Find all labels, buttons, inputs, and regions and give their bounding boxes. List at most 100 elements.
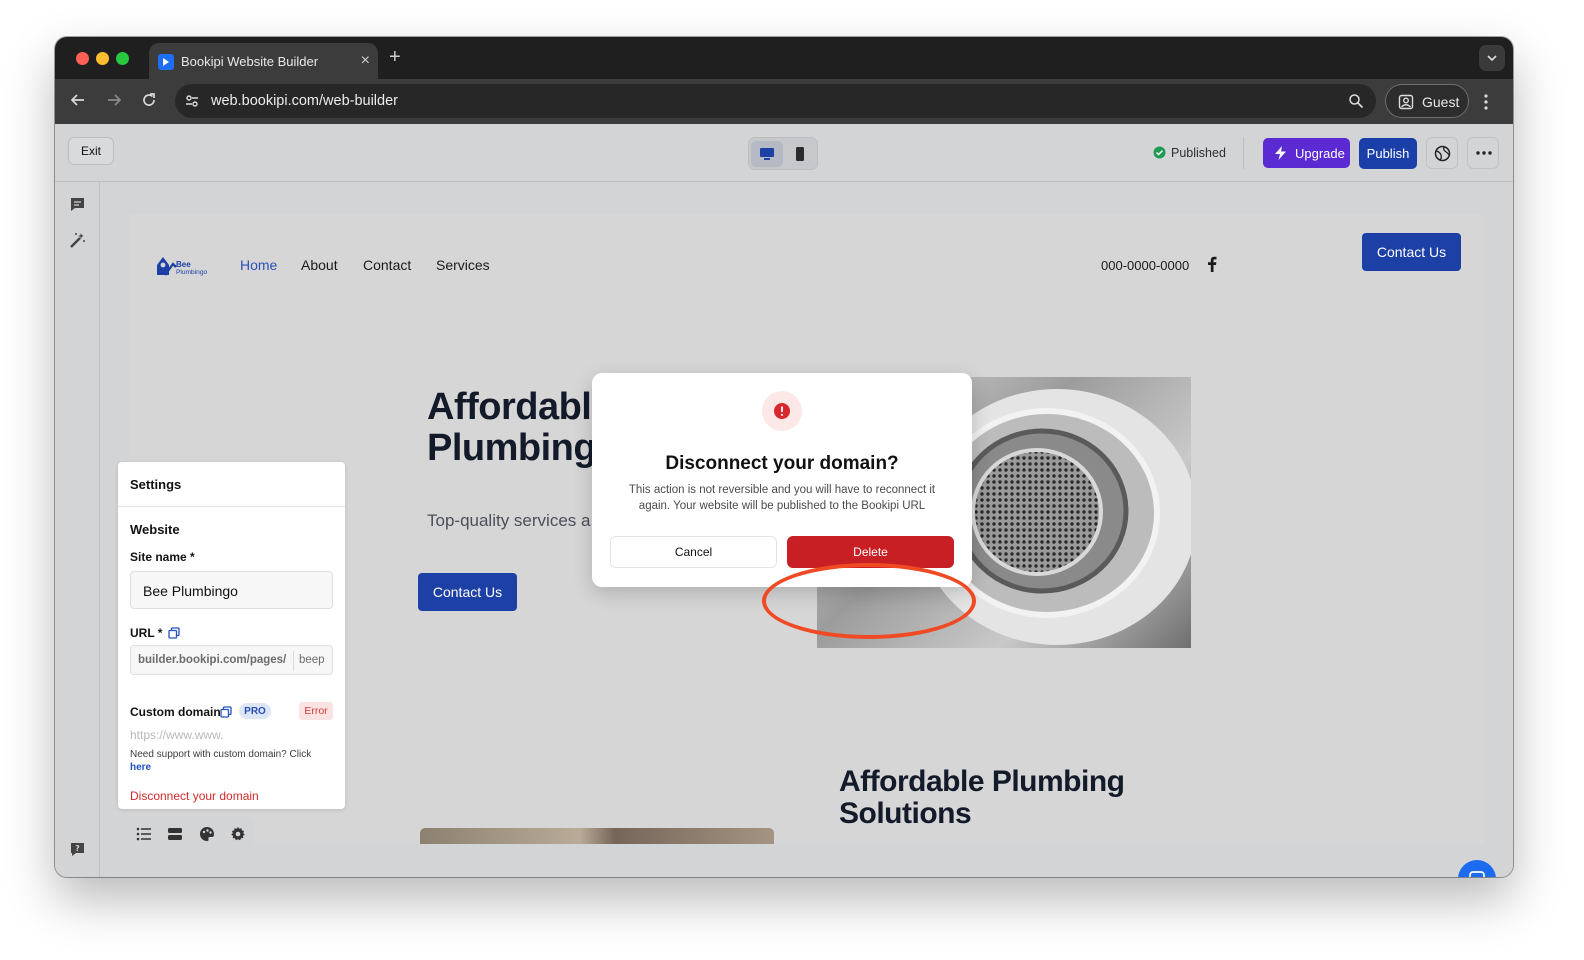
- nav-services[interactable]: Services: [436, 257, 490, 273]
- phone-number: 000-0000-0000: [1101, 258, 1190, 273]
- reload-icon[interactable]: [140, 91, 158, 114]
- maximize-window-button[interactable]: [116, 52, 129, 65]
- delete-button[interactable]: Delete: [787, 536, 954, 568]
- desktop-icon: [760, 148, 774, 160]
- svg-text:?: ?: [75, 844, 80, 853]
- hero-title: Affordable Plumbing: [427, 386, 613, 469]
- browser-tab[interactable]: Bookipi Website Builder ×: [149, 43, 378, 79]
- magic-wand-icon[interactable]: [69, 232, 86, 254]
- new-tab-button[interactable]: +: [389, 46, 401, 68]
- upgrade-label: Upgrade: [1295, 146, 1345, 161]
- domain-help-link[interactable]: here: [130, 762, 151, 773]
- site-name-label: Site name *: [130, 550, 195, 564]
- upgrade-button[interactable]: Upgrade: [1263, 138, 1350, 168]
- close-window-button[interactable]: [76, 52, 89, 65]
- mobile-view-button[interactable]: [784, 141, 816, 167]
- url-input[interactable]: builder.bookipi.com/pages/ beep: [130, 645, 333, 675]
- chevron-down-icon: [1487, 55, 1497, 62]
- settings-header: Settings: [118, 462, 345, 507]
- domain-settings-button[interactable]: [1426, 137, 1458, 169]
- hero-title-line1: Affordable: [427, 386, 613, 428]
- builder-topbar: Exit Published Upgrade Publish: [55, 124, 1513, 182]
- divider: [1243, 137, 1244, 169]
- section-title: Affordable Plumbing Solutions: [839, 766, 1125, 830]
- tab-title: Bookipi Website Builder: [181, 54, 319, 69]
- logo-text-top: Bee: [176, 260, 191, 269]
- settings-title: Settings: [130, 477, 182, 492]
- tab-strip: Bookipi Website Builder × +: [55, 37, 1513, 79]
- browser-menu-icon[interactable]: [1483, 93, 1489, 116]
- custom-domain-label: Custom domain: [130, 705, 221, 719]
- device-switcher: [748, 137, 818, 170]
- help-chat-icon[interactable]: ?: [69, 841, 86, 863]
- url-label: URL *: [130, 626, 163, 640]
- pro-badge: PRO: [239, 703, 271, 719]
- zoom-icon[interactable]: [1348, 93, 1364, 114]
- nav-home[interactable]: Home: [240, 257, 277, 273]
- header-contact-button[interactable]: Contact Us: [1362, 233, 1461, 271]
- error-badge: Error: [299, 702, 333, 720]
- copy-icon[interactable]: [220, 705, 232, 723]
- disconnect-domain-link[interactable]: Disconnect your domain: [130, 789, 259, 803]
- tab-close-icon[interactable]: ×: [361, 52, 370, 70]
- url-slug: beep: [299, 654, 325, 666]
- address-bar[interactable]: web.bookipi.com/web-builder: [175, 84, 1376, 118]
- site-settings-icon[interactable]: [184, 93, 200, 114]
- copy-icon[interactable]: [168, 626, 180, 644]
- tab-search-button[interactable]: [1479, 45, 1505, 71]
- nav-contact[interactable]: Contact: [363, 257, 411, 273]
- browser-toolbar: web.bookipi.com/web-builder Guest: [55, 79, 1513, 124]
- hero-contact-button[interactable]: Contact Us: [418, 573, 517, 611]
- profile-icon: [1398, 94, 1414, 110]
- site-name-input[interactable]: Bee Plumbingo: [130, 571, 333, 609]
- editor-tools: [126, 817, 254, 852]
- section-title-line2: Solutions: [839, 797, 972, 830]
- plumber-image: [420, 828, 774, 844]
- mobile-icon: [796, 147, 804, 161]
- hero-title-line2: Plumbing: [427, 427, 597, 469]
- left-rail: ?: [55, 182, 100, 877]
- status-label: Published: [1171, 146, 1226, 160]
- profile-button[interactable]: Guest: [1385, 84, 1469, 118]
- browser-window: Bookipi Website Builder × + web.bookipi.…: [55, 37, 1513, 877]
- url-prefix: builder.bookipi.com/pages/: [138, 654, 287, 666]
- site-name-value: Bee Plumbingo: [143, 583, 238, 599]
- profile-label: Guest: [1422, 94, 1460, 110]
- more-horizontal-icon: [1476, 151, 1492, 155]
- divider: [293, 651, 294, 671]
- dialog-title: Disconnect your domain?: [665, 453, 899, 474]
- section-title-line1: Affordable Plumbing: [839, 765, 1125, 798]
- settings-panel: Settings Website Site name * Bee Plumbin…: [118, 462, 345, 809]
- website-section-title: Website: [130, 522, 180, 537]
- custom-domain-input[interactable]: https://www.www.: [130, 728, 223, 742]
- comment-icon[interactable]: [69, 196, 86, 218]
- palette-icon[interactable]: [199, 826, 215, 847]
- minimize-window-button[interactable]: [96, 52, 109, 65]
- dialog-description: This action is not reversible and you wi…: [628, 484, 936, 512]
- hero-subtitle: Top-quality services a: [427, 511, 591, 530]
- sections-icon[interactable]: [167, 826, 183, 847]
- lightning-icon: [1275, 146, 1286, 160]
- facebook-icon[interactable]: [1207, 256, 1217, 277]
- logo-text-bottom: Plumbingo: [176, 269, 207, 276]
- publish-button[interactable]: Publish: [1359, 138, 1417, 169]
- gear-icon[interactable]: [230, 826, 246, 847]
- address-url: web.bookipi.com/web-builder: [211, 93, 398, 109]
- nav-about[interactable]: About: [301, 257, 338, 273]
- domain-help-text: Need support with custom domain? Click: [130, 749, 312, 760]
- back-icon[interactable]: [69, 91, 87, 114]
- disconnect-domain-dialog: Disconnect your domain? This action is n…: [592, 373, 972, 587]
- forward-icon[interactable]: [105, 91, 123, 114]
- chat-icon: [1469, 871, 1485, 877]
- cancel-button[interactable]: Cancel: [610, 536, 777, 568]
- site-logo[interactable]: Bee Plumbingo: [155, 253, 213, 282]
- chat-support-button[interactable]: [1458, 860, 1496, 877]
- check-circle-icon: [1153, 146, 1166, 162]
- list-icon[interactable]: [136, 826, 152, 847]
- alert-icon-wrapper: [762, 391, 802, 431]
- exit-button[interactable]: Exit: [68, 137, 114, 165]
- globe-icon: [1434, 145, 1451, 162]
- alert-circle-icon: [774, 403, 790, 419]
- more-options-button[interactable]: [1467, 137, 1499, 169]
- desktop-view-button[interactable]: [751, 141, 783, 167]
